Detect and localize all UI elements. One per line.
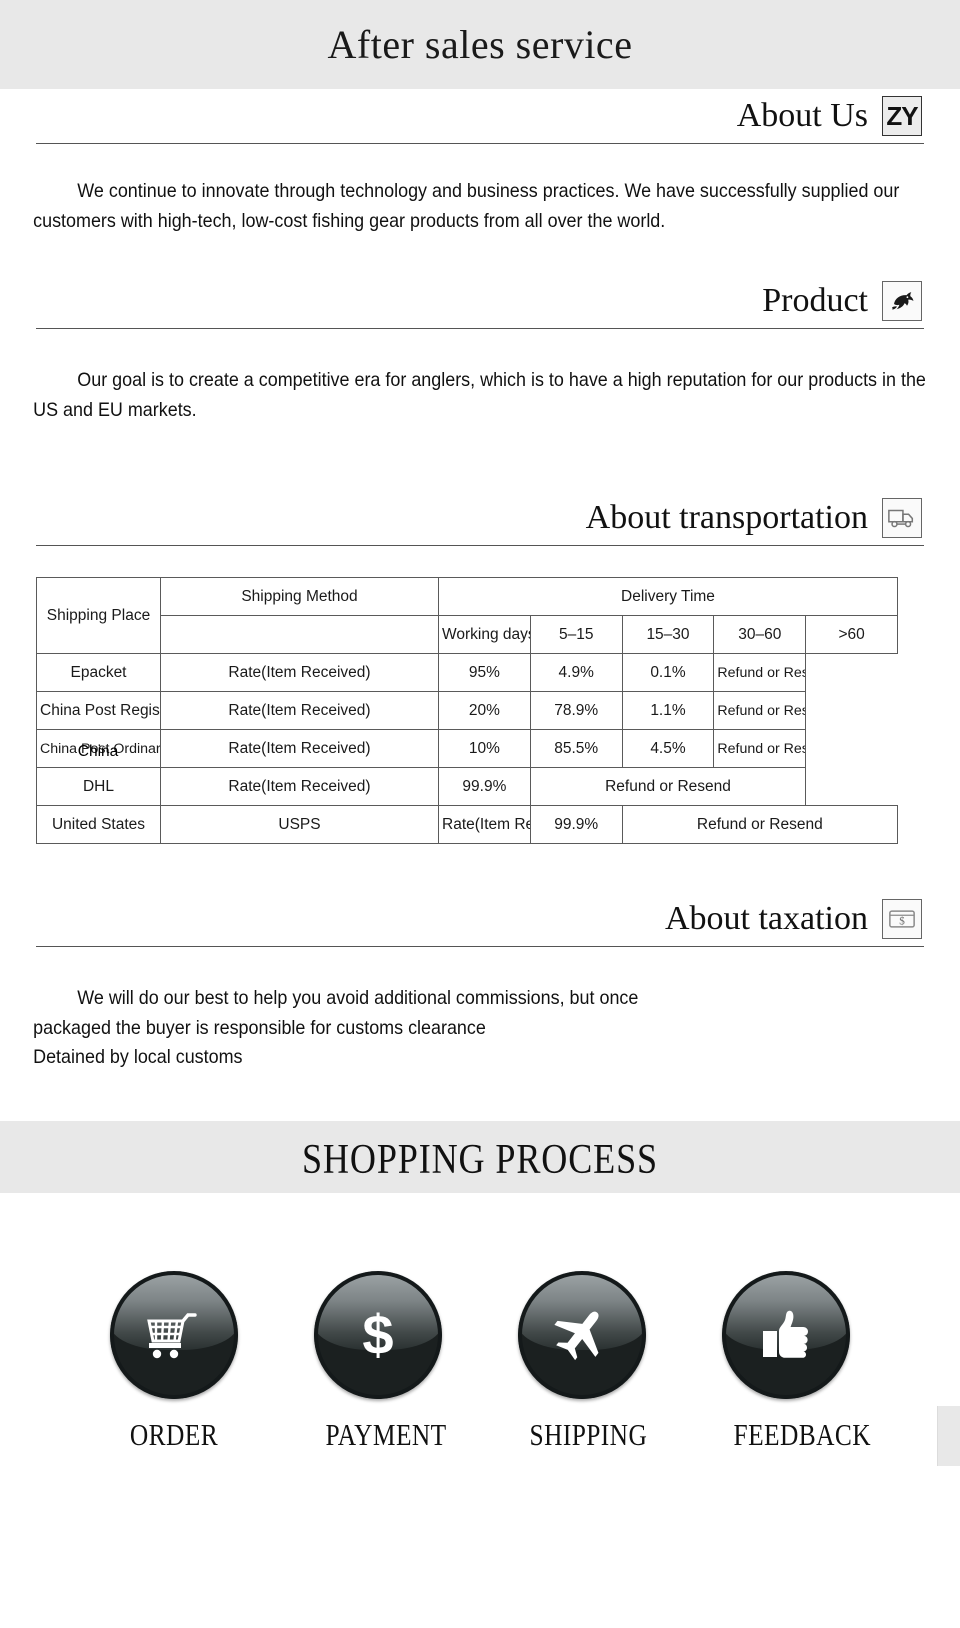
cell-rate-5-15: 95% [438,653,531,692]
subheader-blank [160,615,439,654]
order-icon-badge[interactable] [110,1270,238,1399]
shipping-icon-badge[interactable] [518,1270,646,1399]
process-step-order[interactable]: ORDER [110,1270,238,1453]
section-divider [36,143,924,144]
col-header-delivery-time: Delivery Time [438,577,898,616]
about-us-paragraph: We continue to innovate through technolo… [0,177,960,236]
shipping-table: Shipping Place Shipping Method Delivery … [36,577,899,844]
cell-rate-5-15: 99.9% [438,767,531,806]
product-paragraph: Our goal is to create a competitive era … [0,366,960,425]
cell-rate-30-60: 4.5% [621,729,715,768]
fish-icon [882,281,922,321]
page-header-banner: After sales service [0,0,960,89]
cell-rate-5-15: 20% [438,691,531,730]
cell-rate-label: Rate(Item Received) [160,729,439,768]
shopping-process-banner: SHOPPING PROCESS [0,1120,960,1193]
about-us-text: We continue to innovate through technolo… [33,180,900,232]
cell-rate-over-60: Refund or Resend [713,691,807,730]
thumbs-up-icon [722,1271,850,1399]
shopping-process-steps: ORDER $ PAYMENT SHIPPING FEEDBACK [0,1193,960,1453]
subheader-range-5-15: 5–15 [529,615,623,654]
section-header-product: Product [36,274,924,336]
taxation-line-2: packaged the buyer is responsible for cu… [0,1014,960,1044]
zy-logo-icon: ZY [882,96,922,136]
cell-rate-over-60: Refund or Resend [713,653,807,692]
subheader-range-15-30: 15–30 [621,615,715,654]
section-title-about-us: About Us [736,97,868,134]
cell-rate-15-30: 85.5% [529,729,623,768]
payment-icon-badge[interactable]: $ [314,1270,442,1399]
cell-rate-label: Rate(Item Received) [438,805,531,844]
taxation-line-3: Detained by local customs [0,1043,960,1073]
table-row: United States USPS Rate(Item Received) 9… [36,805,899,844]
section-header-about-transportation: About transportation [36,491,924,553]
taxation-text-2: packaged the buyer is responsible for cu… [33,1016,486,1039]
svg-text:$: $ [362,1304,393,1366]
process-label-payment: PAYMENT [325,1416,447,1452]
product-text: Our goal is to create a competitive era … [33,369,926,421]
table-row: DHL Rate(Item Received) 99.9% Refund or … [36,767,898,806]
subheader-range-over-60: >60 [805,615,898,654]
section-title-about-transportation: About transportation [585,499,868,536]
page-title: After sales service [327,22,633,67]
table-row: Epacket Rate(Item Received) 95% 4.9% 0.1… [36,653,898,692]
shopping-process-title: SHOPPING PROCESS [301,1136,659,1183]
section-header-about-us: About Us ZY [36,89,924,151]
process-step-shipping[interactable]: SHIPPING [518,1270,648,1453]
money-bill-icon: $ [882,899,922,939]
delivery-truck-icon [882,498,922,538]
process-label-order: ORDER [129,1416,219,1452]
process-label-shipping: SHIPPING [529,1416,648,1452]
dollar-sign-icon: $ [314,1271,442,1399]
cell-rate-label: Rate(Item Received) [160,767,439,806]
cell-rate-5-15: 10% [438,729,531,768]
section-divider [36,328,924,329]
cell-rate-30-60: 0.1% [621,653,715,692]
cell-rate-15-30: 4.9% [529,653,623,692]
cell-refund-or-resend: Refund or Resend [529,767,807,806]
shopping-cart-icon [110,1271,238,1399]
process-step-payment[interactable]: $ PAYMENT [314,1270,447,1453]
table-row: China Post Ordinary Small Packet Plus Ra… [36,729,898,768]
taxation-text-3: Detained by local customs [33,1046,243,1068]
subheader-working-days: Working days [438,615,531,654]
after-sales-service-page: After sales service About Us ZY We conti… [0,0,960,1466]
process-step-feedback[interactable]: FEEDBACK [722,1270,871,1453]
subheader-range-30-60: 30–60 [713,615,807,654]
section-divider [36,946,924,947]
airplane-icon [518,1271,646,1399]
cell-method-usps: USPS [160,805,439,844]
col-header-shipping-method: Shipping Method [160,577,439,616]
col-header-shipping-place: Shipping Place [36,577,161,654]
cell-rate-over-60: Refund or Resend [713,729,807,768]
section-header-about-taxation: About taxation $ [36,892,924,954]
cell-rate-label: Rate(Item Received) [160,691,439,730]
table-header-row: Shipping Place Shipping Method Delivery … [36,577,898,654]
scrollbar-thumb[interactable] [937,1406,960,1466]
cell-refund-or-resend: Refund or Resend [621,805,899,844]
table-row: China Post Registered Air Mail Rate(Item… [36,691,898,730]
taxation-text-1: We will do our best to help you avoid ad… [77,987,639,1009]
cell-rate-5-15: 99.9% [529,805,623,844]
table-subheader-row: Working days 5–15 15–30 30–60 >60 [37,615,898,654]
cell-rate-30-60: 1.1% [621,691,715,730]
process-label-feedback: FEEDBACK [733,1416,871,1452]
cell-place-china: China [77,743,119,760]
section-title-about-taxation: About taxation [664,900,868,937]
section-title-product: Product [762,282,868,319]
cell-rate-15-30: 78.9% [529,691,623,730]
section-divider [36,545,924,546]
feedback-icon-badge[interactable] [722,1270,850,1399]
svg-text:$: $ [899,916,905,928]
taxation-line-1: We will do our best to help you avoid ad… [0,984,960,1014]
cell-rate-label: Rate(Item Received) [160,653,439,692]
